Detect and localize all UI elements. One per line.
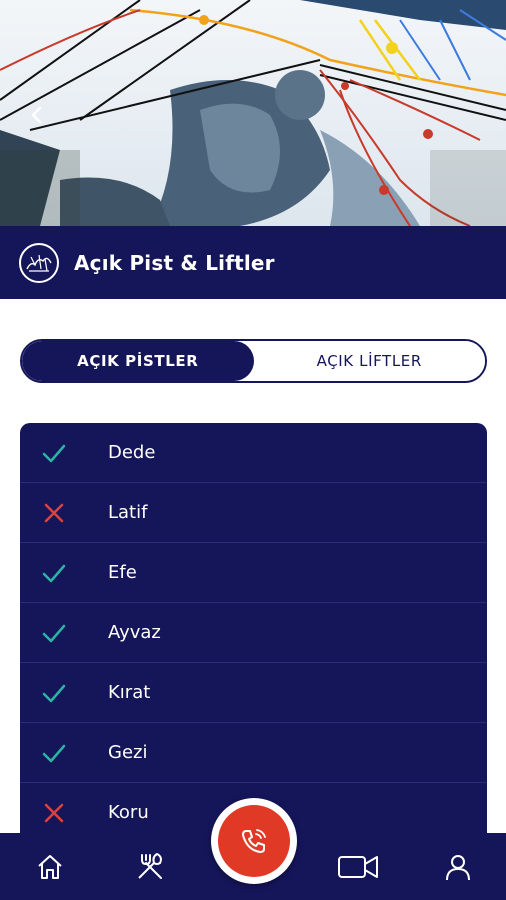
emergency-call-button[interactable]: [211, 798, 297, 884]
list-item: Efe: [20, 543, 487, 603]
user-icon: [446, 855, 470, 881]
video-camera-icon: [338, 856, 378, 878]
chevron-left-icon: [31, 106, 42, 124]
nav-video[interactable]: [337, 849, 379, 885]
page-header: Açık Pist & Liftler: [0, 226, 506, 299]
piste-name: Koru: [108, 802, 149, 823]
piste-name: Latif: [108, 502, 148, 523]
trail-map-image: [0, 0, 506, 226]
close-icon: [44, 803, 64, 823]
piste-name: Efe: [108, 562, 137, 583]
check-icon: [42, 564, 66, 583]
nav-restaurant[interactable]: [132, 849, 168, 885]
page-title: Açık Pist & Liftler: [74, 250, 275, 275]
list-item: Kırat: [20, 663, 487, 723]
home-icon: [38, 855, 62, 879]
check-icon: [42, 684, 66, 703]
piste-name: Ayvaz: [108, 622, 161, 643]
piste-name: Gezi: [108, 742, 148, 763]
piste-name: Kırat: [108, 682, 151, 703]
restaurant-icon: [138, 853, 162, 879]
list-item: Ayvaz: [20, 603, 487, 663]
close-icon: [44, 503, 64, 523]
nav-home[interactable]: [32, 849, 68, 885]
tab-open-lifts[interactable]: AÇIK LİFTLER: [253, 341, 485, 381]
piste-name: Dede: [108, 442, 156, 463]
list-item: Gezi: [20, 723, 487, 783]
check-icon: [42, 624, 66, 643]
piste-list: Dede Latif Efe Ayvaz Kırat Gezi Koru: [20, 423, 487, 843]
call-button-inner[interactable]: [218, 805, 290, 877]
trail-map-icon: [19, 242, 59, 283]
list-item: Latif: [20, 483, 487, 543]
emergency-call-icon: [242, 829, 266, 853]
piste-lift-tabs: AÇIK PİSTLER AÇIK LİFTLER: [20, 339, 487, 383]
check-icon: [42, 444, 66, 463]
tab-open-pistes[interactable]: AÇIK PİSTLER: [22, 341, 254, 381]
list-item: Dede: [20, 423, 487, 483]
nav-profile[interactable]: [440, 849, 476, 885]
back-button[interactable]: [20, 98, 54, 132]
check-icon: [42, 744, 66, 763]
